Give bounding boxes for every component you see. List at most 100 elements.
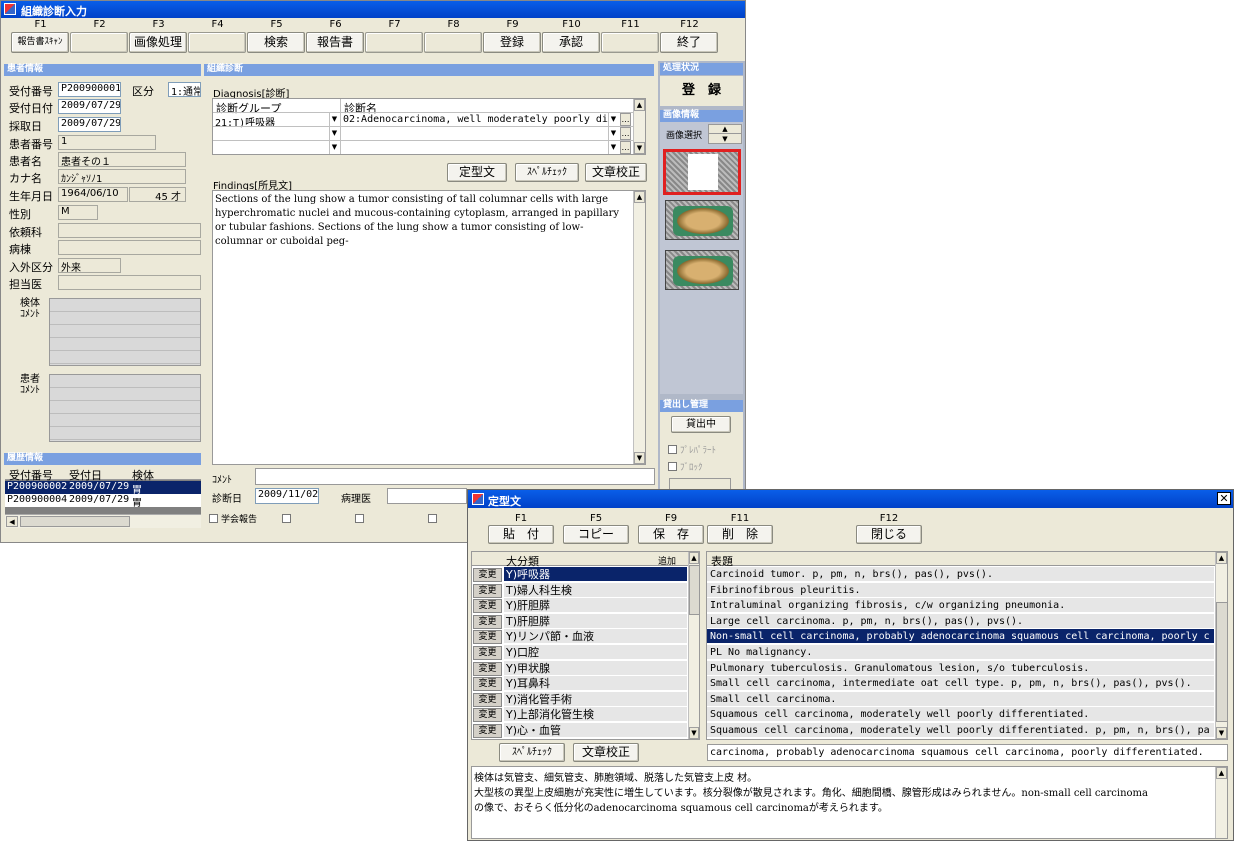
- exit-button[interactable]: 終了: [660, 32, 718, 53]
- dialog-spellcheck-button[interactable]: ｽﾍﾟﾙﾁｪｯｸ: [499, 743, 565, 762]
- image-thumbnail[interactable]: [665, 250, 739, 290]
- scroll-up-icon[interactable]: ▲: [1216, 767, 1227, 779]
- category-item[interactable]: T)肝胆膵: [504, 613, 687, 629]
- chevron-down-icon[interactable]: ▼: [608, 141, 618, 154]
- patient-no-field[interactable]: 1: [58, 135, 156, 150]
- dob-field[interactable]: 1964/06/10: [58, 187, 128, 202]
- f7-button[interactable]: [365, 32, 423, 53]
- specimen-comment-box[interactable]: [49, 298, 201, 366]
- title-input[interactable]: carcinoma, probably adenocarcinoma squam…: [707, 744, 1228, 761]
- template-body-textarea[interactable]: 検体は気管支、細気管支、肺胞領域、脱落した気管支上皮 材。 大型核の異型上皮細胞…: [471, 766, 1228, 839]
- patient-comment-box[interactable]: [49, 374, 201, 442]
- arrow-up-icon[interactable]: ▲: [709, 125, 741, 134]
- title-item[interactable]: PL No malignancy.: [707, 645, 1214, 660]
- f8-button[interactable]: [424, 32, 482, 53]
- template-button[interactable]: 定型文: [447, 163, 507, 182]
- option-checkbox[interactable]: [282, 514, 291, 523]
- kana-field[interactable]: ｶﾝｼﾞｬｿﾉ1: [58, 169, 186, 185]
- scroll-left-icon[interactable]: ◀: [6, 516, 18, 527]
- receipt-no-field[interactable]: P200900001: [58, 82, 121, 97]
- category-item[interactable]: Y)耳鼻科: [504, 676, 687, 692]
- dialog-paste-button[interactable]: 貼 付: [488, 525, 554, 544]
- ellipsis-icon[interactable]: …: [620, 141, 631, 154]
- scroll-up-icon[interactable]: ▲: [634, 191, 645, 203]
- proofread-button[interactable]: 文章校正: [585, 163, 647, 182]
- history-hscrollbar[interactable]: ◀: [5, 514, 201, 528]
- title-item[interactable]: Squamous cell carcinoma, moderately well…: [707, 723, 1214, 738]
- category-vscrollbar[interactable]: ▲ ▼: [688, 552, 700, 739]
- search-button[interactable]: 検索: [247, 32, 305, 53]
- approve-button[interactable]: 承認: [542, 32, 600, 53]
- scroll-down-icon[interactable]: ▼: [634, 142, 645, 154]
- inout-field[interactable]: 外来: [58, 258, 121, 274]
- add-column-header[interactable]: 追加: [658, 554, 676, 567]
- option-checkbox[interactable]: [355, 514, 364, 523]
- category-item[interactable]: Y)甲状腺: [504, 660, 687, 676]
- ellipsis-icon[interactable]: …: [620, 113, 631, 126]
- change-button[interactable]: 変更: [473, 692, 502, 707]
- dialog-close-button[interactable]: 閉じる: [856, 525, 922, 544]
- scroll-up-icon[interactable]: ▲: [689, 552, 699, 564]
- dialog-copy-button[interactable]: コピー: [563, 525, 629, 544]
- scroll-thumb[interactable]: [20, 516, 130, 527]
- ellipsis-icon[interactable]: …: [620, 127, 631, 140]
- scroll-up-icon[interactable]: ▲: [1216, 552, 1227, 564]
- change-button[interactable]: 変更: [473, 646, 502, 660]
- scroll-down-icon[interactable]: ▼: [634, 452, 645, 464]
- f11-button[interactable]: [601, 32, 659, 53]
- title-item[interactable]: Pulmonary tuberculosis. Granulomatous le…: [707, 660, 1214, 676]
- findings-textarea[interactable]: Sections of the lung show a tumor consis…: [212, 190, 646, 465]
- ward-field[interactable]: [58, 240, 201, 255]
- change-button[interactable]: 変更: [473, 614, 502, 629]
- title-item[interactable]: Large cell carcinoma. p, pm, n, brs(), p…: [707, 613, 1214, 629]
- scroll-up-icon[interactable]: ▲: [634, 99, 645, 111]
- history-row[interactable]: P200900004 2009/07/29 胃: [5, 494, 201, 509]
- comment-input[interactable]: [255, 468, 655, 485]
- category-item[interactable]: Y)消化管手術: [504, 691, 687, 707]
- register-button[interactable]: 登録: [483, 32, 541, 53]
- diag-name-cell[interactable]: 02:Adenocarcinoma, well moderately poorl…: [343, 114, 608, 125]
- collect-date-field[interactable]: 2009/07/29: [58, 117, 121, 132]
- title-item[interactable]: Non-small cell carcinoma, probably adeno…: [707, 629, 1214, 645]
- dialog-titlebar[interactable]: 定型文 ✕: [468, 490, 1233, 508]
- history-row[interactable]: P200900002 2009/07/29 胃: [5, 481, 201, 496]
- title-vscrollbar[interactable]: ▲ ▼: [1215, 552, 1228, 739]
- conference-checkbox[interactable]: [209, 514, 218, 523]
- title-item[interactable]: Small cell carcinoma, intermediate oat c…: [707, 676, 1214, 692]
- change-button[interactable]: 変更: [473, 661, 502, 676]
- change-button[interactable]: 変更: [473, 568, 502, 582]
- change-button[interactable]: 変更: [473, 599, 502, 614]
- dialog-delete-button[interactable]: 削 除: [707, 525, 773, 544]
- receipt-date-field[interactable]: 2009/07/29: [58, 99, 121, 114]
- title-item[interactable]: Small cell carcinoma.: [707, 691, 1214, 707]
- chevron-down-icon[interactable]: ▼: [608, 113, 618, 126]
- title-item[interactable]: Carcinoid tumor. p, pm, n, brs(), pas(),…: [707, 567, 1214, 582]
- chevron-down-icon[interactable]: ▼: [608, 127, 618, 140]
- scroll-thumb[interactable]: [1216, 602, 1228, 722]
- doctor-field[interactable]: [58, 275, 201, 290]
- change-button[interactable]: 変更: [473, 724, 502, 738]
- scroll-thumb[interactable]: [689, 565, 700, 615]
- loan-button[interactable]: 貸出中: [671, 416, 731, 433]
- main-titlebar[interactable]: 組織診断入力: [1, 1, 745, 18]
- dialog-proofread-button[interactable]: 文章校正: [573, 743, 639, 762]
- category-item[interactable]: Y)口腔: [504, 645, 687, 660]
- change-button[interactable]: 変更: [473, 708, 502, 723]
- category-item[interactable]: Y)呼吸器: [504, 567, 687, 582]
- chevron-down-icon[interactable]: ▼: [329, 141, 339, 154]
- image-select-spinner[interactable]: ▲ ▼: [708, 124, 742, 144]
- title-item[interactable]: Intraluminal organizing fibrosis, c/w or…: [707, 598, 1214, 614]
- title-item[interactable]: Squamous cell carcinoma, moderately well…: [707, 707, 1214, 723]
- image-thumbnail-selected[interactable]: [663, 149, 741, 195]
- findings-vscrollbar[interactable]: ▲ ▼: [633, 191, 645, 464]
- dialog-save-button[interactable]: 保 存: [638, 525, 704, 544]
- image-thumbnail[interactable]: [665, 200, 739, 240]
- arrow-down-icon[interactable]: ▼: [709, 135, 741, 144]
- diag-date-field[interactable]: 2009/11/02: [255, 488, 319, 504]
- scroll-down-icon[interactable]: ▼: [689, 727, 699, 739]
- prepa-checkbox[interactable]: [668, 445, 677, 454]
- scroll-down-icon[interactable]: ▼: [1216, 727, 1227, 739]
- category-item[interactable]: Y)上部消化管生検: [504, 707, 687, 723]
- report-button[interactable]: 報告書: [306, 32, 364, 53]
- body-vscrollbar[interactable]: ▲: [1215, 767, 1227, 838]
